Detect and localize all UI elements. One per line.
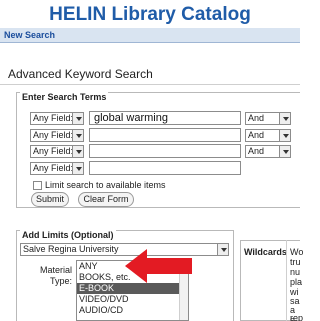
field-select-label: Any Field:: [33, 130, 74, 140]
location-label: Salve Regina University: [23, 244, 119, 254]
catalog-title: HELIN Library Catalog: [49, 4, 251, 25]
operator-label: And: [248, 146, 265, 156]
wildcards-text-line: nu: [290, 267, 301, 277]
material-type-label: Material Type:: [39, 265, 72, 286]
operator-select-1[interactable]: And: [245, 112, 291, 125]
chevron-down-icon: [217, 244, 228, 255]
chevron-down-icon: [72, 146, 83, 157]
field-select-label: Any Field:: [33, 146, 74, 156]
limit-available-label: Limit search to available items: [45, 180, 166, 190]
wildcards-title: Wildcards: [244, 247, 287, 257]
operator-select-3[interactable]: And: [245, 145, 291, 158]
material-option-audio[interactable]: AUDIO/CD: [77, 305, 188, 316]
wildcards-text-line: rep: [290, 313, 304, 321]
operator-select-2[interactable]: And: [245, 129, 291, 142]
field-select-2[interactable]: Any Field:: [30, 129, 84, 142]
wildcards-text-line: Wo: [290, 247, 304, 257]
clear-form-button[interactable]: Clear Form: [78, 192, 134, 207]
nav-divider: [0, 42, 300, 43]
chevron-down-icon: [72, 130, 83, 141]
new-search-link[interactable]: New Search: [4, 30, 55, 40]
red-arrow-head-icon: [125, 249, 147, 283]
chevron-down-icon: [279, 130, 290, 141]
field-select-4[interactable]: Any Field:: [30, 162, 84, 175]
field-select-1[interactable]: Any Field:: [30, 112, 84, 125]
submit-button[interactable]: Submit: [31, 192, 69, 207]
operator-label: And: [248, 113, 265, 123]
chevron-down-icon: [279, 113, 290, 124]
search-term-input-2[interactable]: [89, 128, 241, 142]
chevron-down-icon: [72, 163, 83, 174]
field-select-label: Any Field:: [33, 163, 74, 173]
search-term-input-3[interactable]: [89, 144, 241, 158]
chevron-down-icon: [72, 113, 83, 124]
section-divider: [0, 84, 300, 85]
red-arrow-icon: [146, 258, 192, 274]
field-select-label: Any Field:: [33, 113, 74, 123]
search-term-input-4[interactable]: [89, 161, 241, 175]
operator-label: And: [248, 130, 265, 140]
chevron-down-icon: [279, 146, 290, 157]
limit-available-checkbox[interactable]: [33, 181, 42, 190]
search-term-input-1[interactable]: global warming: [89, 111, 241, 125]
limits-legend: Add Limits (Optional): [20, 230, 116, 240]
field-select-3[interactable]: Any Field:: [30, 145, 84, 158]
wildcards-text-line: tru: [290, 257, 301, 267]
wildcards-divider: [286, 240, 287, 321]
material-option-video[interactable]: VIDEO/DVD: [77, 294, 188, 305]
wildcards-text-line: pla: [290, 277, 303, 287]
search-terms-legend: Enter Search Terms: [20, 92, 109, 102]
page-title: Advanced Keyword Search: [8, 67, 153, 81]
material-option-ebook[interactable]: E-BOOK: [77, 283, 188, 294]
